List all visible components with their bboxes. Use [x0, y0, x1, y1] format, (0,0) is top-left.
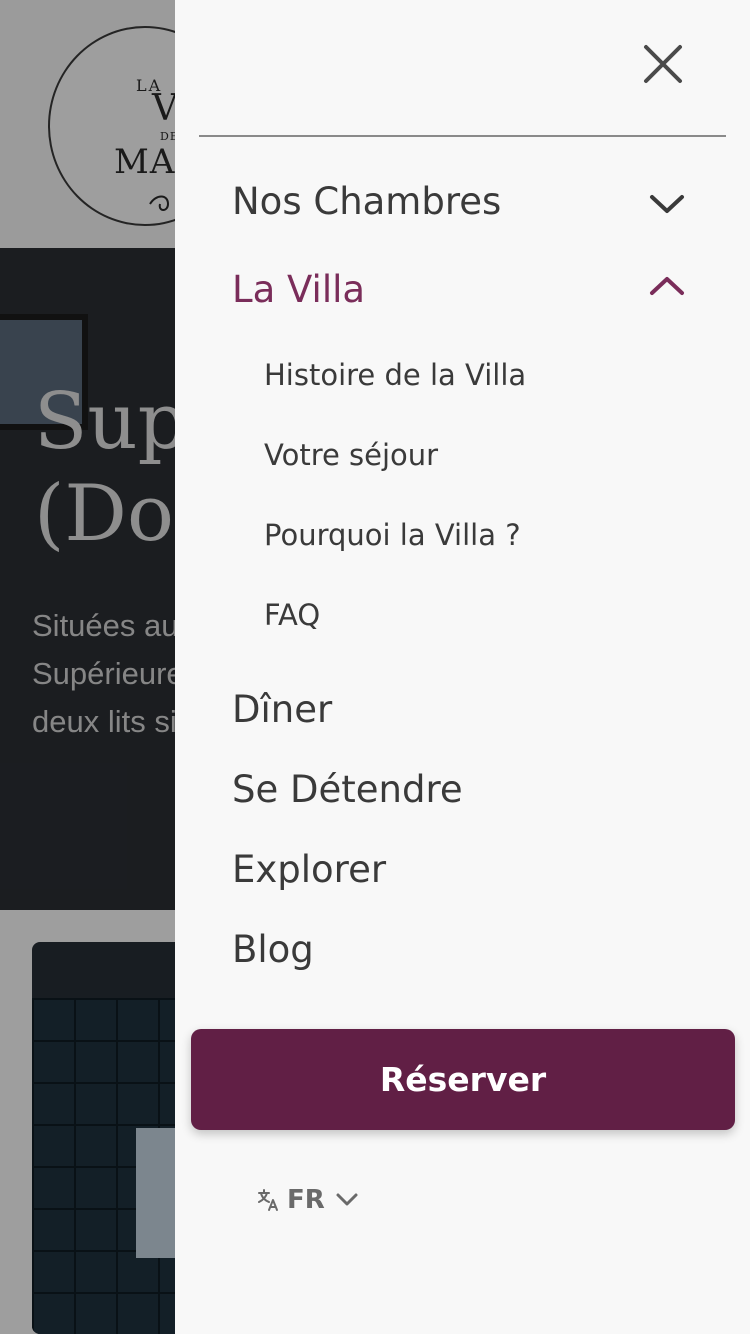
chevron-down-icon[interactable]: [649, 192, 685, 216]
chevron-up-icon[interactable]: [649, 274, 685, 298]
nav-item-se-detendre[interactable]: Se Détendre: [232, 768, 463, 811]
nav-item-nos-chambres[interactable]: Nos Chambres: [232, 180, 501, 223]
nav-item-la-villa[interactable]: La Villa: [232, 268, 365, 311]
nav-item-blog[interactable]: Blog: [232, 928, 314, 971]
nav-item-explorer[interactable]: Explorer: [232, 848, 386, 891]
translate-icon: [258, 1189, 278, 1211]
submenu-item-votre-sejour[interactable]: Votre séjour: [264, 438, 438, 472]
submenu-item-pourquoi[interactable]: Pourquoi la Villa ?: [264, 518, 521, 552]
submenu-item-histoire[interactable]: Histoire de la Villa: [264, 358, 526, 392]
chevron-down-icon: [336, 1193, 358, 1206]
language-selector[interactable]: FR: [257, 1182, 359, 1218]
nav-item-diner[interactable]: Dîner: [232, 688, 332, 731]
submenu-item-faq[interactable]: FAQ: [264, 598, 320, 632]
reserve-button[interactable]: Réserver: [191, 1029, 735, 1130]
nav-drawer: Nos Chambres La Villa Histoire de la Vil…: [175, 0, 750, 1334]
close-menu-button[interactable]: [643, 44, 683, 84]
menu-divider: [199, 135, 726, 137]
language-code: FR: [287, 1185, 325, 1215]
close-icon: [644, 45, 682, 83]
